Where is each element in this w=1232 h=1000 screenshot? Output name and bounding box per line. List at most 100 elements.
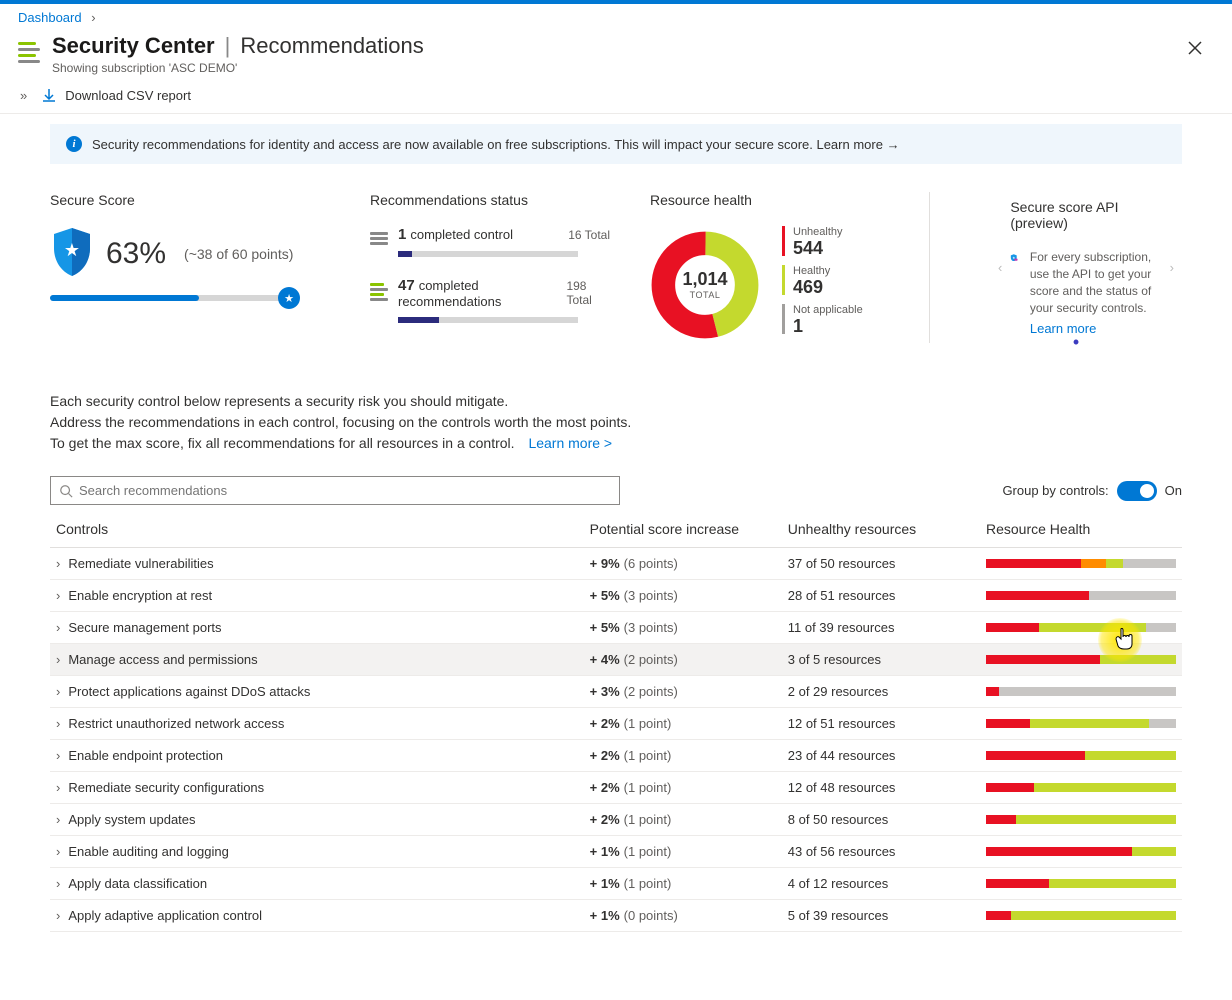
psi-value: + 2% bbox=[590, 812, 620, 827]
unhealthy-resources: 43 of 56 resources bbox=[782, 836, 980, 868]
banner-text[interactable]: Security recommendations for identity an… bbox=[92, 137, 900, 152]
learn-more-link[interactable]: Learn more > bbox=[528, 435, 612, 451]
health-bar bbox=[986, 687, 1176, 696]
unhealthy-resources: 2 of 29 resources bbox=[782, 676, 980, 708]
breadcrumb-dashboard[interactable]: Dashboard bbox=[18, 10, 82, 25]
breadcrumb: Dashboard › bbox=[0, 4, 1232, 29]
table-row[interactable]: ›Remediate security configurations+ 2%(1… bbox=[50, 772, 1182, 804]
psi-points: (1 point) bbox=[624, 876, 672, 891]
psi-points: (1 point) bbox=[624, 844, 672, 859]
control-name: Apply system updates bbox=[68, 812, 195, 827]
table-row[interactable]: › Manage access and permissions + 4% (2 poi… bbox=[50, 644, 1182, 676]
carousel-next-icon[interactable]: › bbox=[1162, 252, 1182, 283]
unhealthy-resources: 3 of 5 resources bbox=[782, 644, 980, 676]
psi-value: + 1% bbox=[590, 908, 620, 923]
search-input[interactable] bbox=[79, 483, 611, 498]
search-input-wrapper[interactable] bbox=[50, 476, 620, 505]
chevron-right-icon[interactable]: › bbox=[56, 780, 60, 795]
chevron-right-icon[interactable]: › bbox=[56, 908, 60, 923]
unhealthy-resources: 11 of 39 resources bbox=[782, 612, 980, 644]
subscription-scope: Showing subscription 'ASC DEMO' bbox=[52, 61, 424, 75]
description-line2: Address the recommendations in each cont… bbox=[50, 412, 1182, 433]
healthy-tick bbox=[782, 265, 785, 295]
control-name: Protect applications against DDoS attack… bbox=[68, 684, 310, 699]
health-bar bbox=[986, 655, 1176, 664]
unhealthy-tick bbox=[782, 226, 785, 256]
health-bar bbox=[986, 879, 1176, 888]
table-row[interactable]: ›Enable encryption at rest+ 5%(3 points)… bbox=[50, 580, 1182, 612]
table-row[interactable]: ›Enable auditing and logging+ 1%(1 point… bbox=[50, 836, 1182, 868]
chevron-right-icon[interactable]: › bbox=[56, 652, 60, 667]
psi-points: (1 point) bbox=[624, 716, 672, 731]
carousel-dot[interactable]: • bbox=[970, 332, 1182, 353]
chevron-right-icon[interactable]: › bbox=[56, 588, 60, 603]
title-separator: | bbox=[225, 33, 231, 59]
health-bar bbox=[986, 623, 1176, 632]
psi-value: + 3% bbox=[590, 684, 620, 699]
col-health[interactable]: Resource Health bbox=[980, 513, 1182, 548]
controls-total: 16 Total bbox=[568, 228, 610, 242]
psi-value: + 2% bbox=[590, 716, 620, 731]
psi-value: + 4% bbox=[590, 652, 620, 667]
table-row[interactable]: ›Restrict unauthorized network access+ 2… bbox=[50, 708, 1182, 740]
chevron-right-icon[interactable]: › bbox=[56, 748, 60, 763]
control-name: Manage access and permissions bbox=[68, 652, 257, 667]
chevron-right-icon[interactable]: › bbox=[56, 876, 60, 891]
table-row[interactable]: › Protect applications against DDoS attac… bbox=[50, 676, 1182, 708]
group-state: On bbox=[1165, 483, 1182, 498]
info-icon: i bbox=[66, 136, 82, 152]
table-row[interactable]: ›Secure management ports+ 5%(3 points)11… bbox=[50, 612, 1182, 644]
psi-value: + 1% bbox=[590, 876, 620, 891]
control-name: Enable auditing and logging bbox=[68, 844, 228, 859]
table-row[interactable]: › Remediate vulnerabilities + 9% (6 points)… bbox=[50, 548, 1182, 580]
chevron-right-icon[interactable]: › bbox=[56, 844, 60, 859]
col-psi[interactable]: Potential score increase bbox=[584, 513, 782, 548]
psi-value: + 9% bbox=[590, 556, 620, 571]
star-knob-icon bbox=[278, 287, 300, 309]
col-controls[interactable]: Controls bbox=[50, 513, 584, 548]
control-name: Remediate security configurations bbox=[68, 780, 264, 795]
table-row[interactable]: ›Apply system updates+ 2%(1 point)8 of 5… bbox=[50, 804, 1182, 836]
chevron-right-icon[interactable]: › bbox=[56, 620, 60, 635]
expand-chevron-icon[interactable]: » bbox=[20, 88, 27, 103]
psi-points: (1 point) bbox=[624, 748, 672, 763]
health-bar bbox=[986, 847, 1176, 856]
carousel-prev-icon[interactable]: ‹ bbox=[990, 252, 1010, 283]
table-row[interactable]: ›Enable endpoint protection+ 2%(1 point)… bbox=[50, 740, 1182, 772]
secure-score-percent: 63% bbox=[106, 237, 166, 271]
psi-points: (1 point) bbox=[624, 780, 672, 795]
psi-points: (6 points) bbox=[624, 556, 678, 571]
chevron-right-icon[interactable]: › bbox=[56, 812, 60, 827]
resource-total: 1,014 bbox=[682, 269, 727, 290]
psi-points: (3 points) bbox=[624, 588, 678, 603]
unhealthy-resources: 12 of 51 resources bbox=[782, 708, 980, 740]
close-icon[interactable] bbox=[1188, 41, 1202, 58]
page-section: Recommendations bbox=[240, 33, 423, 59]
completed-controls-count: 1 bbox=[398, 226, 406, 243]
download-csv-button[interactable]: Download CSV report bbox=[41, 87, 191, 103]
secure-score-bar bbox=[50, 295, 290, 301]
recs-icon bbox=[370, 281, 388, 303]
psi-points: (1 point) bbox=[624, 812, 672, 827]
col-unhealthy[interactable]: Unhealthy resources bbox=[782, 513, 980, 548]
psi-points: (2 points) bbox=[624, 652, 678, 667]
health-bar bbox=[986, 911, 1176, 920]
health-bar bbox=[986, 815, 1176, 824]
resource-total-label: TOTAL bbox=[690, 290, 721, 300]
psi-points: (2 points) bbox=[624, 684, 678, 699]
psi-value: + 2% bbox=[590, 748, 620, 763]
recommendations-icon bbox=[18, 39, 40, 66]
chevron-right-icon[interactable]: › bbox=[56, 556, 60, 571]
table-row[interactable]: ›Apply adaptive application control+ 1%(… bbox=[50, 900, 1182, 932]
rec-status-title: Recommendations status bbox=[370, 192, 610, 208]
chevron-right-icon[interactable]: › bbox=[56, 716, 60, 731]
recs-progress-bar bbox=[398, 317, 578, 323]
control-name: Secure management ports bbox=[68, 620, 221, 635]
group-toggle[interactable] bbox=[1117, 481, 1157, 501]
table-row[interactable]: ›Apply data classification+ 1%(1 point)4… bbox=[50, 868, 1182, 900]
page-brand: Security Center bbox=[52, 33, 215, 59]
svg-text:★: ★ bbox=[64, 240, 80, 260]
control-name: Remediate vulnerabilities bbox=[68, 556, 213, 571]
search-icon bbox=[59, 484, 73, 498]
chevron-right-icon[interactable]: › bbox=[56, 684, 60, 699]
